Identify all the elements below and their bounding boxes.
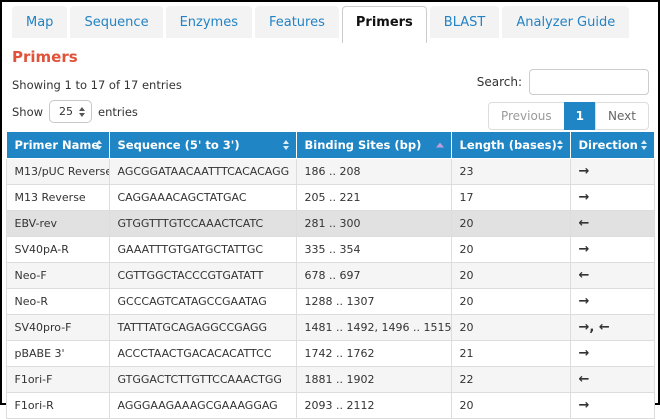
column-label: Length (bases) — [460, 138, 557, 152]
table-row[interactable]: Neo-FCGTTGGCTACCCGTGATATT678 .. 69720← — [6, 263, 654, 289]
cell-direction: ← — [570, 263, 654, 289]
show-label: Show — [12, 105, 43, 119]
cell-direction: → — [570, 237, 654, 263]
sort-icon — [283, 140, 289, 150]
table-row[interactable]: M13 ReverseCAGGAAACAGCTATGAC205 .. 22117… — [6, 185, 654, 211]
table-row[interactable]: F1ori-FGTGGACTCTTGTTCCAAACTGG1881 .. 190… — [6, 367, 654, 393]
cell-sequence: AGCGGATAACAATTTCACACAGG — [109, 159, 296, 185]
cell-primer-name: F1ori-F — [6, 367, 109, 393]
search-label: Search: — [477, 75, 522, 89]
column-header-primer-name[interactable]: Primer Name — [6, 132, 109, 159]
cell-primer-name: M13 Reverse — [6, 185, 109, 211]
cell-primer-name: SV40pro-F — [6, 315, 109, 341]
cell-binding-sites: 1288 .. 1307 — [296, 289, 451, 315]
tab-primers[interactable]: Primers — [342, 6, 427, 43]
cell-primer-name: Neo-R — [6, 289, 109, 315]
column-label: Primer Name — [15, 138, 100, 152]
column-header-sequence-5-to-3[interactable]: Sequence (5' to 3') — [109, 132, 296, 159]
cell-direction: → — [570, 341, 654, 367]
cell-length: 20 — [451, 393, 570, 419]
tab-sequence[interactable]: Sequence — [70, 6, 162, 38]
column-header-length-bases[interactable]: Length (bases) — [451, 132, 570, 159]
column-label: Direction — [579, 138, 638, 152]
table-row[interactable]: M13/pUC ReverseAGCGGATAACAATTTCACACAGG18… — [6, 159, 654, 185]
table-row[interactable]: SV40pA-RGAAATTTGTGATGCTATTGC335 .. 35420… — [6, 237, 654, 263]
table-row[interactable]: pBABE 3'ACCCTAACTGACACACATTCC1742 .. 176… — [6, 341, 654, 367]
cell-primer-name: SV40pA-R — [6, 237, 109, 263]
tab-blast[interactable]: BLAST — [430, 6, 500, 38]
tab-analyzer-guide[interactable]: Analyzer Guide — [502, 6, 629, 38]
table-header-row: Primer Name Sequence (5' to 3') Binding Si… — [6, 132, 654, 159]
cell-length: 20 — [451, 237, 570, 263]
cell-primer-name: EBV-rev — [6, 211, 109, 237]
cell-binding-sites: 335 .. 354 — [296, 237, 451, 263]
cell-binding-sites: 186 .. 208 — [296, 159, 451, 185]
table-body: M13/pUC ReverseAGCGGATAACAATTTCACACAGG18… — [6, 159, 654, 419]
search-input[interactable] — [529, 69, 649, 95]
cell-sequence: AGGGAAGAAAGCGAAAGGAG — [109, 393, 296, 419]
search-control: Search: — [477, 69, 649, 95]
cell-direction: ← — [570, 211, 654, 237]
column-header-direction[interactable]: Direction — [570, 132, 654, 159]
entries-label: entries — [98, 105, 138, 119]
cell-direction: →, ← — [570, 315, 654, 341]
cell-binding-sites: 2093 .. 2112 — [296, 393, 451, 419]
cell-binding-sites: 1881 .. 1902 — [296, 367, 451, 393]
cell-length: 22 — [451, 367, 570, 393]
cell-sequence: GTGGACTCTTGTTCCAAACTGG — [109, 367, 296, 393]
cell-binding-sites: 281 .. 300 — [296, 211, 451, 237]
cell-length: 21 — [451, 341, 570, 367]
cell-primer-name: F1ori-R — [6, 393, 109, 419]
cell-direction: → — [570, 393, 654, 419]
cell-length: 20 — [451, 263, 570, 289]
cell-sequence: GCCCAGTCATAGCCGAATAG — [109, 289, 296, 315]
tab-bar: MapSequenceEnzymesFeaturesPrimersBLASTAn… — [2, 2, 658, 43]
cell-binding-sites: 205 .. 221 — [296, 185, 451, 211]
cell-direction: → — [570, 159, 654, 185]
cell-length: 23 — [451, 159, 570, 185]
cell-sequence: CGTTGGCTACCCGTGATATT — [109, 263, 296, 289]
cell-binding-sites: 1481 .. 1492, 1496 .. 1515 — [296, 315, 451, 341]
cell-direction: → — [570, 185, 654, 211]
cell-primer-name: M13/pUC Reverse — [6, 159, 109, 185]
cell-sequence: GAAATTTGTGATGCTATTGC — [109, 237, 296, 263]
previous-page-button[interactable]: Previous — [488, 102, 565, 130]
primers-table: Primer Name Sequence (5' to 3') Binding Si… — [6, 131, 655, 419]
cell-binding-sites: 1742 .. 1762 — [296, 341, 451, 367]
select-stepper-icon — [79, 107, 85, 117]
sort-icon — [641, 140, 647, 150]
cell-direction: ← — [570, 367, 654, 393]
column-label: Sequence (5' to 3') — [118, 138, 240, 152]
column-header-binding-sites-bp[interactable]: Binding Sites (bp) — [296, 132, 451, 159]
cell-primer-name: Neo-F — [6, 263, 109, 289]
page-title: Primers — [12, 48, 658, 66]
cell-binding-sites: 678 .. 697 — [296, 263, 451, 289]
cell-direction: → — [570, 289, 654, 315]
table-row[interactable]: SV40pro-FTATTTATGCAGAGGCCGAGG1481 .. 149… — [6, 315, 654, 341]
cell-length: 20 — [451, 211, 570, 237]
sort-icon — [96, 140, 102, 150]
cell-primer-name: pBABE 3' — [6, 341, 109, 367]
page-size-select[interactable]: 25 — [49, 100, 92, 123]
tab-map[interactable]: Map — [12, 6, 67, 38]
pagination: Previous 1 Next — [489, 102, 649, 130]
cell-sequence: TATTTATGCAGAGGCCGAGG — [109, 315, 296, 341]
table-row[interactable]: Neo-RGCCCAGTCATAGCCGAATAG1288 .. 130720→ — [6, 289, 654, 315]
cell-length: 20 — [451, 289, 570, 315]
cell-length: 20 — [451, 315, 570, 341]
current-page-button[interactable]: 1 — [564, 102, 596, 130]
column-label: Binding Sites (bp) — [305, 138, 422, 152]
table-row[interactable]: EBV-revGTGGTTTGTCCAAACTCATC281 .. 30020← — [6, 211, 654, 237]
cell-sequence: ACCCTAACTGACACACATTCC — [109, 341, 296, 367]
cell-sequence: GTGGTTTGTCCAAACTCATC — [109, 211, 296, 237]
page-size-value: 25 — [59, 105, 73, 118]
tab-features[interactable]: Features — [255, 6, 339, 38]
next-page-button[interactable]: Next — [595, 102, 649, 130]
sort-ascending-icon — [436, 143, 444, 148]
table-row[interactable]: F1ori-RAGGGAAGAAAGCGAAAGGAG2093 .. 21122… — [6, 393, 654, 419]
sort-icon — [557, 140, 563, 150]
cell-sequence: CAGGAAACAGCTATGAC — [109, 185, 296, 211]
cell-length: 17 — [451, 185, 570, 211]
tab-enzymes[interactable]: Enzymes — [166, 6, 252, 38]
